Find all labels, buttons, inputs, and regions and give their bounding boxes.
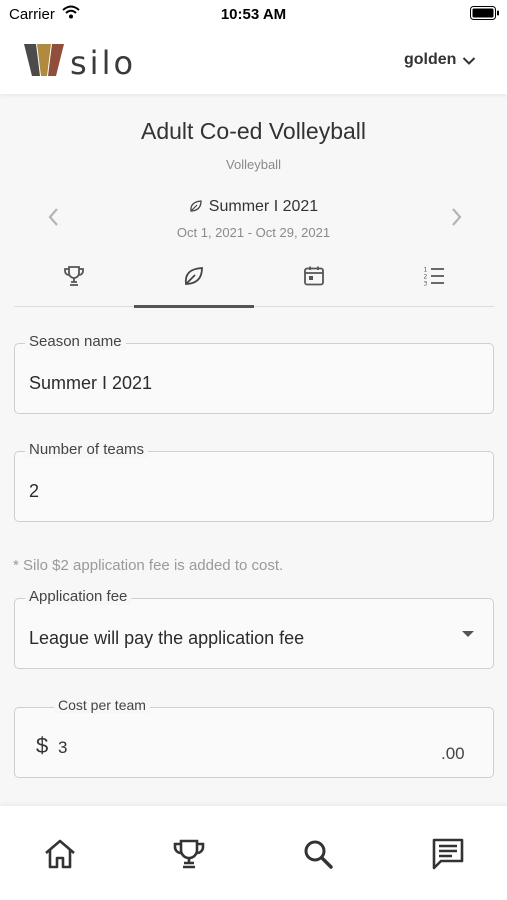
chat-icon [432,838,464,870]
number-of-teams-input[interactable]: 2 [29,481,39,502]
trophy-icon [64,266,84,286]
nav-home-button[interactable] [42,836,78,872]
next-season-button[interactable] [444,202,468,232]
application-fee-note: * Silo $2 application fee is added to co… [13,557,284,574]
calendar-icon [304,266,324,286]
season-tabs: 1 2 3 [14,254,494,308]
number-of-teams-label: Number of teams [25,441,149,458]
home-icon [45,839,75,869]
chevron-right-icon [452,208,462,226]
application-fee-label: Application fee [25,588,132,605]
tab-season[interactable] [134,254,254,308]
tab-standings[interactable]: 1 2 3 [374,254,494,307]
nav-leagues-button[interactable] [171,836,207,872]
trophy-icon [173,839,205,869]
cost-per-team-label: Cost per team [54,697,150,713]
cost-cents-suffix: .00 [441,744,465,763]
application-fee-select[interactable]: Application fee League will pay the appl… [14,588,494,669]
silo-logo[interactable]: silo [22,40,152,82]
number-of-teams-field[interactable]: Number of teams 2 [14,441,494,522]
svg-text:1: 1 [424,267,428,274]
search-icon [304,840,333,869]
list-icon: 1 2 3 [424,267,444,288]
cost-per-team-field[interactable]: Cost per team $ 3 .00 [14,697,494,778]
main-content: Adult Co-ed Volleyball Volleyball Summer… [0,94,507,806]
active-tab-indicator [134,305,254,308]
league-title: Adult Co-ed Volleyball [140,118,367,144]
user-name: golden [404,51,457,68]
chevron-down-icon [462,57,476,65]
nav-messages-button[interactable] [430,836,466,872]
season-title: Summer I 2021 [0,198,507,216]
season-navigator: Summer I 2021 Oct 1, 2021 - Oct 29, 2021 [0,192,507,242]
bottom-nav [0,806,507,900]
battery-icon [470,6,499,20]
svg-text:2: 2 [424,274,428,281]
logo-mark-icon [24,44,64,76]
app-header: silo golden [0,28,507,94]
leaf-icon [190,200,202,212]
status-bar: Carrier 10:53 AM [0,0,507,28]
season-name-input[interactable]: Summer I 2021 [29,373,152,394]
currency-symbol: $ [36,733,49,758]
sport-label: Volleyball [226,157,281,172]
tab-trophy[interactable] [14,254,134,307]
leaf-icon [184,267,203,285]
status-time: 10:53 AM [220,6,287,23]
season-name-field[interactable]: Season name Summer I 2021 [14,333,494,414]
svg-text:3: 3 [424,281,428,288]
season-name: Summer I 2021 [208,198,319,215]
logo-text: silo [70,44,137,82]
application-fee-value: League will pay the application fee [29,628,305,648]
tab-schedule[interactable] [254,254,374,307]
season-dates: Oct 1, 2021 - Oct 29, 2021 [176,225,331,240]
user-menu-button[interactable]: golden [400,48,490,74]
nav-search-button[interactable] [300,836,336,872]
season-name-label: Season name [25,333,126,350]
cost-per-team-input[interactable]: 3 [58,738,67,758]
dropdown-arrow-icon [462,631,474,637]
